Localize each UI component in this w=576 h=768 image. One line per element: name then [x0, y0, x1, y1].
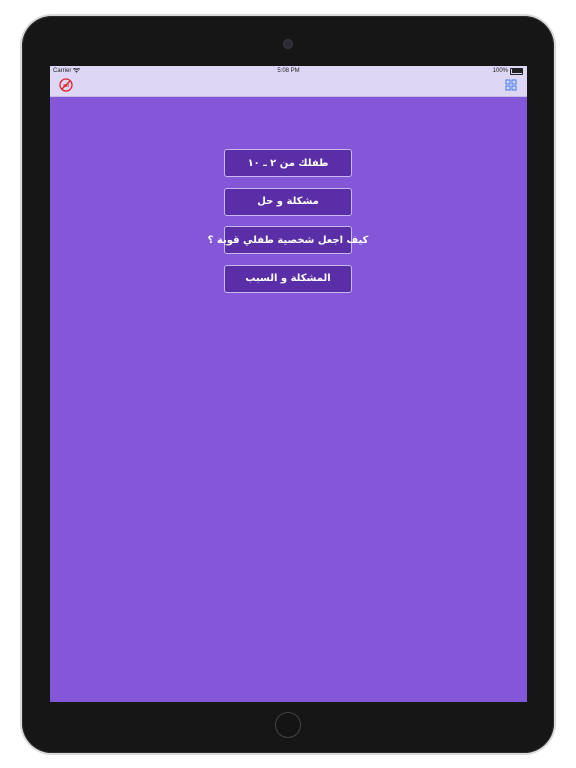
battery-fill	[511, 69, 522, 73]
battery-percent: 100%	[492, 68, 508, 74]
grid-icon[interactable]	[505, 79, 517, 91]
no-ads-icon[interactable]: ad	[59, 78, 73, 92]
menu-button-strong-personality[interactable]: كيف اجعل شخصية طفلي قوية ؟	[208, 226, 368, 254]
status-bar: Carrier 5:08 PM 100%	[50, 66, 527, 76]
battery-icon	[510, 67, 523, 75]
status-time: 5:08 PM	[277, 67, 300, 74]
main-menu: طفلك من ٢ ـ ١٠ مشكلة و حل كيف اجعل شخصية…	[208, 149, 368, 303]
front-camera	[284, 40, 292, 48]
navigation-bar: ad	[50, 76, 527, 97]
battery-status: 100%	[492, 67, 523, 75]
ipad-frame: Carrier 5:08 PM 100% ad طفلك من ٢ ـ ١٠ م…	[22, 16, 554, 753]
home-button[interactable]	[275, 712, 301, 738]
menu-button-problem-solution[interactable]: مشكلة و حل	[224, 187, 352, 216]
menu-button-child-2-10[interactable]: طفلك من ٢ ـ ١٠	[224, 149, 352, 177]
svg-text:ad: ad	[63, 83, 69, 89]
app-screen: Carrier 5:08 PM 100% ad طفلك من ٢ ـ ١٠ م…	[50, 66, 527, 702]
menu-button-problem-cause[interactable]: المشكلة و السبب	[224, 264, 352, 293]
